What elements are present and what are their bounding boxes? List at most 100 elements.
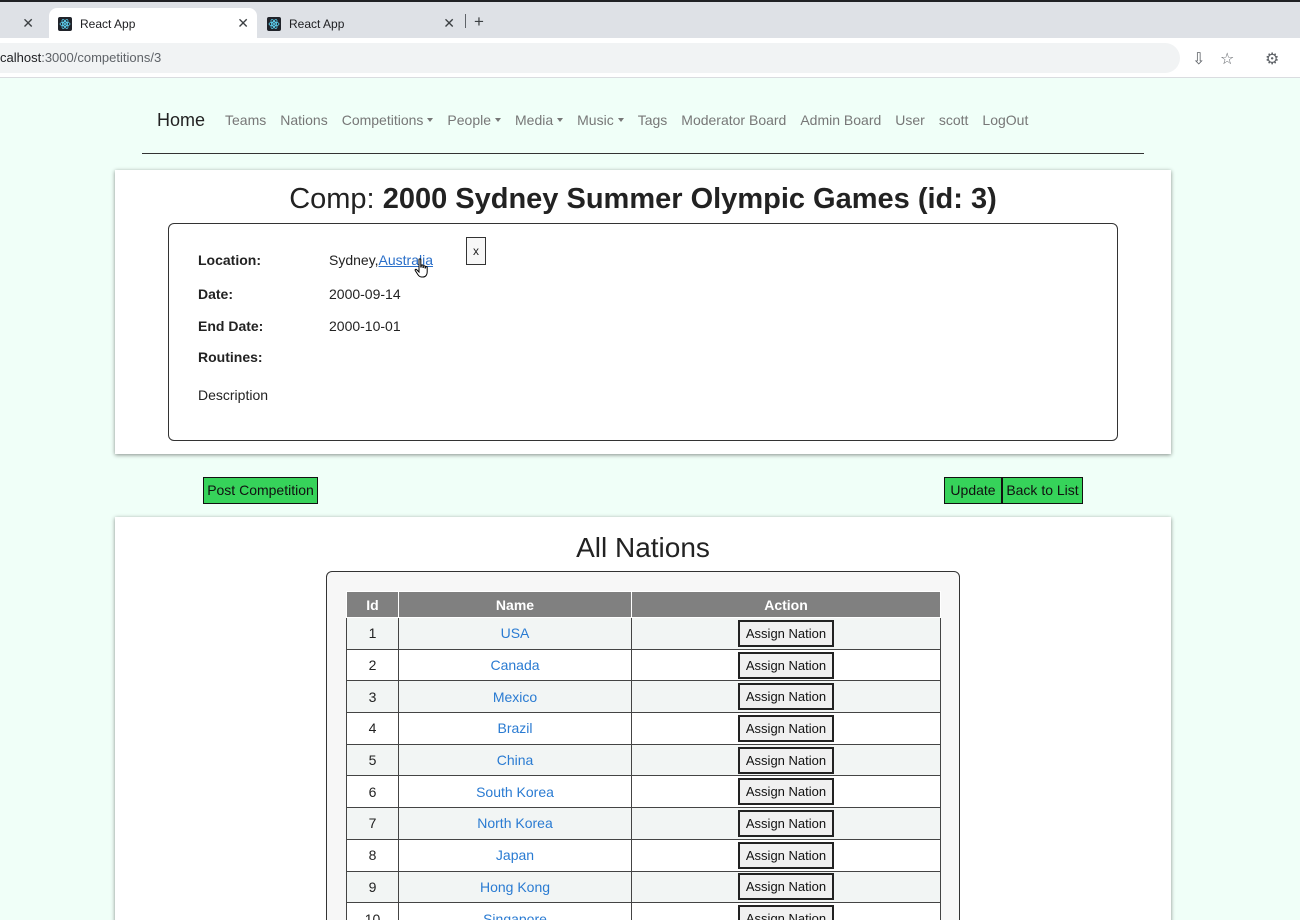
- url-host: calhost: [0, 50, 42, 65]
- assign-nation-button[interactable]: Assign Nation: [737, 778, 835, 806]
- nav-link-nations[interactable]: Nations: [280, 112, 327, 128]
- nation-action-cell: Assign Nation: [631, 838, 941, 872]
- nation-id-cell: 4: [346, 712, 399, 745]
- browser-tab-active[interactable]: React App ✕: [49, 8, 257, 40]
- nation-name-link[interactable]: USA: [501, 625, 530, 641]
- nation-action-cell: Assign Nation: [631, 902, 941, 920]
- browser-tab[interactable]: ✕: [0, 8, 48, 40]
- date-value: 2000-09-14: [329, 286, 401, 302]
- nations-card: All Nations Id Name Action 1 USA Assign Na…: [115, 517, 1171, 920]
- nav-brand-home[interactable]: Home: [157, 110, 205, 131]
- table-header-row: Id Name Action: [346, 591, 941, 618]
- nations-table-body: 1 USA Assign Nation 2 Canada Assign Nation 3 Me…: [346, 617, 941, 920]
- bookmark-star-icon[interactable]: ☆: [1220, 49, 1234, 69]
- update-button[interactable]: Update: [944, 477, 1002, 504]
- competition-details: Location: Sydney,Australia x Date: 2000-…: [168, 223, 1118, 441]
- table-row: 1 USA Assign Nation: [346, 617, 941, 650]
- section-title: All Nations: [576, 532, 710, 563]
- react-logo-icon: [267, 17, 281, 31]
- nav-dropdown-competitions[interactable]: Competitions: [342, 112, 434, 128]
- nav-link-admin-board[interactable]: Admin Board: [800, 112, 881, 128]
- routines-label: Routines:: [198, 349, 263, 365]
- close-tab-icon[interactable]: ✕: [22, 15, 34, 32]
- nation-action-cell: Assign Nation: [631, 743, 941, 777]
- date-label: Date:: [198, 286, 234, 302]
- nation-name-cell: USA: [398, 617, 632, 650]
- extension-icon[interactable]: ⚙: [1265, 49, 1279, 69]
- table-row: 9 Hong Kong Assign Nation: [346, 870, 941, 904]
- nation-name-link[interactable]: Brazil: [497, 720, 532, 736]
- new-tab-icon[interactable]: +: [474, 12, 484, 32]
- table-row: 10 Singapore Assign Nation: [346, 902, 941, 920]
- nation-action-cell: Assign Nation: [631, 807, 941, 840]
- install-app-icon[interactable]: ⇩: [1192, 49, 1205, 69]
- assign-nation-button[interactable]: Assign Nation: [737, 619, 835, 647]
- column-header-name: Name: [398, 591, 632, 618]
- assign-nation-button[interactable]: Assign Nation: [737, 714, 835, 742]
- nav-link-username[interactable]: scott: [939, 112, 969, 128]
- url-path: :3000/competitions/3: [41, 50, 162, 65]
- title-prefix: Comp:: [289, 183, 383, 215]
- nation-action-cell: Assign Nation: [631, 680, 941, 714]
- nation-name-link[interactable]: North Korea: [477, 815, 552, 831]
- assign-nation-button[interactable]: Assign Nation: [737, 841, 835, 869]
- nations-table: Id Name Action 1 USA Assign Nation 2 Canada A…: [346, 591, 941, 920]
- assign-nation-button[interactable]: Assign Nation: [737, 809, 835, 837]
- assign-nation-button[interactable]: Assign Nation: [737, 905, 835, 920]
- table-row: 8 Japan Assign Nation: [346, 838, 941, 872]
- table-row: 6 South Korea Assign Nation: [346, 775, 941, 809]
- nav-link-teams[interactable]: Teams: [225, 112, 266, 128]
- back-to-list-button[interactable]: Back to List: [1002, 477, 1083, 504]
- competition-name: 2000 Sydney Summer Olympic Games (id: 3): [382, 183, 997, 215]
- nation-id-cell: 6: [346, 775, 399, 809]
- assign-nation-button[interactable]: Assign Nation: [737, 683, 835, 711]
- close-tab-icon[interactable]: ✕: [443, 15, 455, 32]
- page-title: Comp: 2000 Sydney Summer Olympic Games (…: [115, 183, 1171, 216]
- nav-dropdown-people[interactable]: People: [447, 112, 501, 128]
- remove-nation-button[interactable]: x: [466, 237, 486, 265]
- nation-name-cell: South Korea: [398, 775, 632, 809]
- column-header-id: Id: [346, 591, 399, 618]
- react-logo-icon: [58, 17, 72, 31]
- location-label: Location:: [198, 252, 261, 268]
- nation-name-link[interactable]: Canada: [490, 657, 539, 673]
- nation-name-link[interactable]: Singapore: [483, 911, 547, 920]
- nation-id-cell: 3: [346, 680, 399, 714]
- nav-link-moderator-board[interactable]: Moderator Board: [681, 112, 786, 128]
- nation-id-cell: 7: [346, 807, 399, 840]
- assign-nation-button[interactable]: Assign Nation: [737, 746, 835, 774]
- nation-name-cell: China: [398, 743, 632, 777]
- nation-action-cell: Assign Nation: [631, 775, 941, 809]
- column-header-action: Action: [631, 591, 941, 618]
- hand-cursor-icon: [414, 258, 428, 278]
- nation-action-cell: Assign Nation: [631, 870, 941, 904]
- nation-name-link[interactable]: Japan: [496, 847, 534, 863]
- nation-action-cell: Assign Nation: [631, 648, 941, 682]
- url-field[interactable]: calhost:3000/competitions/3: [0, 43, 1180, 73]
- browser-tab[interactable]: React App ✕: [258, 8, 463, 40]
- nation-id-cell: 10: [346, 902, 399, 920]
- nation-name-link[interactable]: Hong Kong: [480, 879, 550, 895]
- nation-name-cell: Hong Kong: [398, 870, 632, 904]
- end-date-label: End Date:: [198, 318, 264, 334]
- nation-name-link[interactable]: China: [497, 752, 534, 768]
- assign-nation-button[interactable]: Assign Nation: [737, 651, 835, 679]
- nation-name-link[interactable]: Mexico: [493, 689, 537, 705]
- table-row: 5 China Assign Nation: [346, 743, 941, 777]
- nation-name-cell: Singapore: [398, 902, 632, 920]
- competition-card: Comp: 2000 Sydney Summer Olympic Games (…: [115, 170, 1171, 454]
- nav-link-user[interactable]: User: [895, 112, 925, 128]
- nation-action-cell: Assign Nation: [631, 712, 941, 745]
- nav-link-logout[interactable]: LogOut: [982, 112, 1028, 128]
- close-tab-icon[interactable]: ✕: [237, 15, 249, 32]
- nav-dropdown-media[interactable]: Media: [515, 112, 563, 128]
- nav-link-tags[interactable]: Tags: [638, 112, 668, 128]
- nation-name-cell: Canada: [398, 648, 632, 682]
- post-competition-button[interactable]: Post Competition: [203, 477, 318, 504]
- table-row: 3 Mexico Assign Nation: [346, 680, 941, 714]
- nation-id-cell: 9: [346, 870, 399, 904]
- nav-dropdown-music[interactable]: Music: [577, 112, 624, 128]
- nation-name-cell: Japan: [398, 838, 632, 872]
- assign-nation-button[interactable]: Assign Nation: [737, 873, 835, 901]
- nation-name-link[interactable]: South Korea: [476, 784, 554, 800]
